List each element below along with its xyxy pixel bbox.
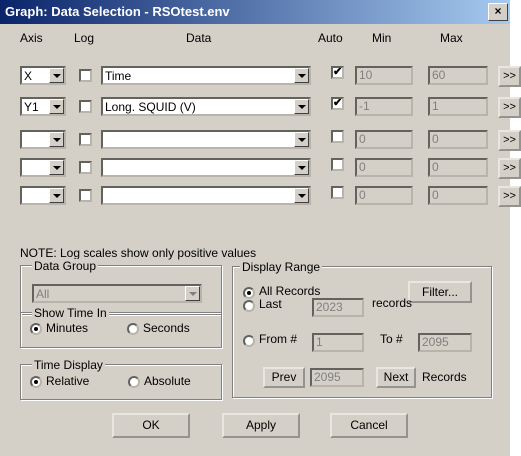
records-label-2: Records bbox=[422, 370, 467, 384]
axis-select[interactable]: Y1 bbox=[20, 97, 66, 116]
expand-button[interactable]: >> bbox=[498, 66, 521, 87]
window-title: Graph: Data Selection - RSOtest.env bbox=[5, 4, 230, 19]
data-value: Time bbox=[105, 69, 132, 83]
from-radio[interactable] bbox=[243, 335, 255, 347]
cancel-button[interactable]: Cancel bbox=[330, 413, 408, 438]
chevron-down-icon[interactable] bbox=[49, 132, 64, 147]
min-field[interactable]: 0 bbox=[355, 186, 413, 205]
auto-checkbox[interactable] bbox=[331, 186, 344, 199]
data-value: Long. SQUID (V) bbox=[105, 100, 196, 114]
close-button[interactable]: × bbox=[488, 3, 508, 21]
max-field[interactable]: 0 bbox=[428, 158, 488, 177]
axis-select[interactable]: X bbox=[20, 66, 66, 85]
from-label: From # bbox=[259, 332, 298, 346]
axis-select[interactable] bbox=[20, 186, 66, 205]
last-label: Last bbox=[259, 297, 282, 311]
prev-button[interactable]: Prev bbox=[263, 367, 305, 388]
auto-checkbox[interactable] bbox=[331, 158, 344, 171]
time-display-label: Time Display bbox=[32, 358, 105, 372]
auto-checkbox[interactable]: ✔ bbox=[331, 66, 344, 79]
chevron-down-icon[interactable] bbox=[49, 99, 64, 114]
expand-button[interactable]: >> bbox=[498, 130, 521, 151]
data-select[interactable]: Long. SQUID (V) bbox=[101, 97, 311, 116]
title-bar[interactable]: Graph: Data Selection - RSOtest.env × bbox=[0, 0, 510, 24]
last-radio[interactable] bbox=[243, 300, 255, 312]
all-records-radio[interactable] bbox=[243, 287, 255, 299]
all-records-label: All Records bbox=[259, 284, 321, 298]
absolute-label: Absolute bbox=[144, 374, 191, 388]
show-time-label: Show Time In bbox=[32, 306, 109, 320]
minutes-radio[interactable] bbox=[30, 323, 42, 335]
min-field[interactable]: -1 bbox=[355, 97, 413, 116]
auto-checkbox[interactable] bbox=[331, 130, 344, 143]
expand-button[interactable]: >> bbox=[498, 186, 521, 207]
chevron-down-icon[interactable] bbox=[185, 286, 200, 301]
dialog-window: Graph: Data Selection - RSOtest.env × Ax… bbox=[0, 0, 521, 456]
max-header: Max bbox=[440, 31, 463, 45]
min-field[interactable]: 0 bbox=[355, 130, 413, 149]
axis-value: X bbox=[24, 69, 33, 83]
data-group-value: All bbox=[36, 287, 50, 301]
axis-select[interactable] bbox=[20, 130, 66, 149]
chevron-down-icon[interactable] bbox=[294, 68, 309, 83]
expand-button[interactable]: >> bbox=[498, 158, 521, 179]
relative-radio[interactable] bbox=[30, 376, 42, 388]
max-field[interactable]: 0 bbox=[428, 186, 488, 205]
data-select[interactable] bbox=[101, 130, 311, 149]
auto-header: Auto bbox=[318, 31, 343, 45]
max-field[interactable]: 60 bbox=[428, 66, 488, 85]
records-label: records bbox=[372, 296, 413, 310]
apply-button[interactable]: Apply bbox=[222, 413, 300, 438]
expand-button[interactable]: >> bbox=[498, 97, 521, 118]
data-select[interactable] bbox=[101, 186, 311, 205]
to-field[interactable]: 2095 bbox=[418, 333, 472, 352]
last-count-field[interactable]: 2023 bbox=[312, 298, 364, 317]
min-field[interactable]: 10 bbox=[355, 66, 413, 85]
log-checkbox[interactable] bbox=[79, 189, 92, 202]
minutes-label: Minutes bbox=[46, 321, 89, 335]
data-select[interactable] bbox=[101, 158, 311, 177]
data-group-select[interactable]: All bbox=[32, 284, 202, 303]
next-button[interactable]: Next bbox=[376, 367, 416, 388]
display-range-label: Display Range bbox=[240, 260, 323, 274]
axis-header: Axis bbox=[20, 31, 43, 45]
min-header: Min bbox=[372, 31, 392, 45]
auto-checkbox[interactable]: ✔ bbox=[331, 97, 344, 110]
chevron-down-icon[interactable] bbox=[49, 188, 64, 203]
relative-label: Relative bbox=[46, 374, 90, 388]
log-note: NOTE: Log scales show only positive valu… bbox=[20, 246, 257, 260]
log-checkbox[interactable] bbox=[79, 100, 92, 113]
absolute-radio[interactable] bbox=[128, 376, 140, 388]
to-label: To # bbox=[380, 332, 403, 346]
max-field[interactable]: 0 bbox=[428, 130, 488, 149]
log-checkbox[interactable] bbox=[79, 161, 92, 174]
axis-select[interactable] bbox=[20, 158, 66, 177]
chevron-down-icon[interactable] bbox=[294, 132, 309, 147]
log-checkbox[interactable] bbox=[79, 133, 92, 146]
seconds-radio[interactable] bbox=[127, 323, 139, 335]
data-header: Data bbox=[186, 31, 212, 45]
seconds-label: Seconds bbox=[143, 321, 190, 335]
chevron-down-icon[interactable] bbox=[49, 68, 64, 83]
min-field[interactable]: 0 bbox=[355, 158, 413, 177]
log-checkbox[interactable] bbox=[79, 69, 92, 82]
chevron-down-icon[interactable] bbox=[49, 160, 64, 175]
filter-button[interactable]: Filter... bbox=[408, 281, 472, 303]
chevron-down-icon[interactable] bbox=[294, 99, 309, 114]
data-select[interactable]: Time bbox=[101, 66, 311, 85]
record-nav-field[interactable]: 2095 bbox=[310, 368, 364, 387]
data-group-label: Data Group bbox=[32, 259, 99, 273]
ok-button[interactable]: OK bbox=[112, 413, 190, 438]
axis-value: Y1 bbox=[24, 100, 39, 114]
chevron-down-icon[interactable] bbox=[294, 160, 309, 175]
log-header: Log bbox=[74, 31, 95, 45]
chevron-down-icon[interactable] bbox=[294, 188, 309, 203]
from-field[interactable]: 1 bbox=[312, 333, 364, 352]
max-field[interactable]: 1 bbox=[428, 97, 488, 116]
